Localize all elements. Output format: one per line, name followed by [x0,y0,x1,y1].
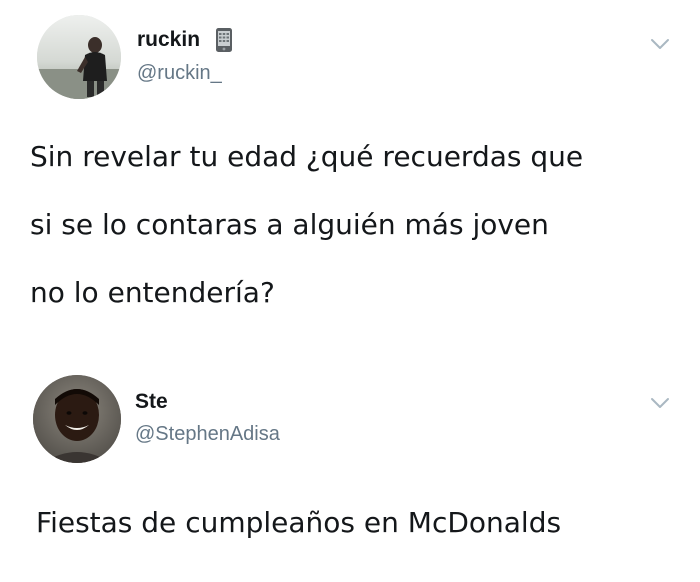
tweet-text: Fiestas de cumpleaños en McDonalds [36,506,676,556]
display-name-text: ruckin [137,28,201,51]
tweet-text: Sin revelar tu edad ¿qué recuerdas que s… [30,140,690,330]
handle[interactable]: @ruckin_ [137,62,222,85]
tweet-text-line: Fiestas de cumpleaños en McDonalds [36,506,562,539]
tweet-text-line: Sin revelar tu edad ¿qué recuerdas que [30,140,584,173]
tweet-text-line: si se lo contaras a alguién más joven [30,208,549,241]
tweet-text-line: no lo entendería? [30,276,275,309]
chevron-down-icon[interactable] [650,37,670,51]
handle-text: @ruckin_ [137,62,222,84]
display-name-text: Ste [135,390,168,413]
tweet-ruckin: ruckin @ruckin_ Sin revelar tu edad ¿qué… [0,0,700,340]
avatar[interactable] [37,15,121,99]
avatar-photo [33,375,121,463]
chevron-down-icon[interactable] [650,396,670,410]
avatar-photo [37,15,121,99]
avatar[interactable] [33,375,121,463]
display-name[interactable]: Ste [135,390,168,414]
handle[interactable]: @StephenAdisa [135,423,280,446]
display-name[interactable]: ruckin [137,28,200,52]
handle-text: @StephenAdisa [135,423,280,445]
tweet-ste: Ste @StephenAdisa Fiestas de cumpleaños … [0,360,700,582]
mobile-phone-icon [216,28,232,52]
